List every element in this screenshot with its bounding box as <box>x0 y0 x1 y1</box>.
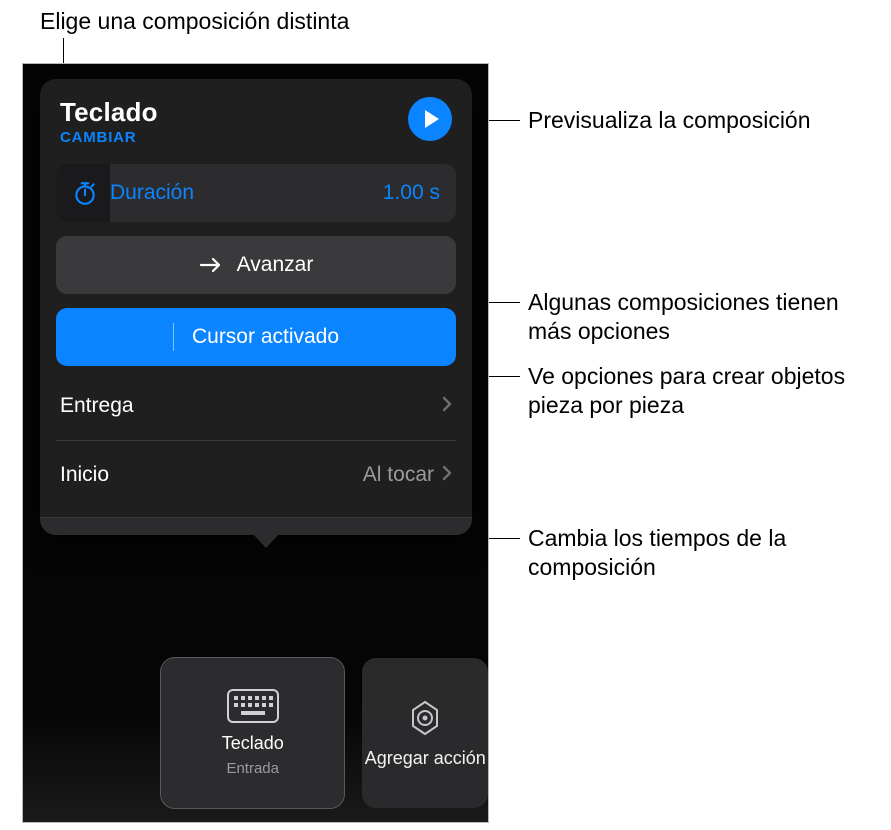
callout-timing: Cambia los tiempos de la composición <box>528 524 868 582</box>
callout-options: Algunas composiciones tienen más opcione… <box>528 288 868 346</box>
chevron-right-icon <box>442 463 452 487</box>
popover-bottom-stub <box>40 517 472 535</box>
card-title: Agregar acción <box>365 748 486 769</box>
build-card-add-action[interactable]: Agregar acción <box>362 658 488 808</box>
card-title: Teclado <box>222 733 284 754</box>
duration-label: Duración <box>110 181 383 205</box>
build-title: Teclado <box>60 97 158 128</box>
arrow-right-icon <box>199 256 223 274</box>
preview-play-button[interactable] <box>408 97 452 141</box>
popover-header: Teclado CAMBIAR <box>56 97 456 146</box>
duration-value: 1.00 s <box>383 181 440 205</box>
start-value: Al tocar <box>363 463 434 487</box>
cursor-activated-button[interactable]: Cursor activado <box>56 308 456 366</box>
callout-top: Elige una composición distinta <box>40 8 349 35</box>
text-cursor-icon <box>173 323 174 351</box>
bottom-bar: Teclado Entrada Agregar acción <box>23 644 488 822</box>
title-block: Teclado CAMBIAR <box>60 97 158 146</box>
start-label: Inicio <box>60 463 109 487</box>
start-row[interactable]: Inicio Al tocar <box>56 441 456 509</box>
build-popover: Teclado CAMBIAR Duración 1.0 <box>40 79 472 535</box>
advance-button[interactable]: Avanzar <box>56 236 456 294</box>
popover-arrow <box>253 534 279 548</box>
change-build-link[interactable]: CAMBIAR <box>60 129 158 146</box>
play-icon <box>423 109 441 129</box>
advance-label: Avanzar <box>237 253 314 277</box>
device-frame: Teclado CAMBIAR Duración 1.0 <box>22 63 489 823</box>
callout-preview: Previsualiza la composición <box>528 106 811 135</box>
cursor-label: Cursor activado <box>192 325 339 349</box>
duration-row[interactable]: Duración 1.00 s <box>56 164 456 222</box>
delivery-label: Entrega <box>60 394 134 418</box>
keyboard-icon <box>227 689 279 723</box>
delivery-row[interactable]: Entrega <box>56 372 456 440</box>
stopwatch-icon <box>72 180 98 206</box>
card-subtitle: Entrada <box>226 760 279 777</box>
callout-cursor: Ve opciones para crear objetos pieza por… <box>528 362 868 420</box>
target-icon <box>405 698 445 738</box>
build-card-teclado[interactable]: Teclado Entrada <box>161 658 344 808</box>
chevron-right-icon <box>442 394 452 418</box>
